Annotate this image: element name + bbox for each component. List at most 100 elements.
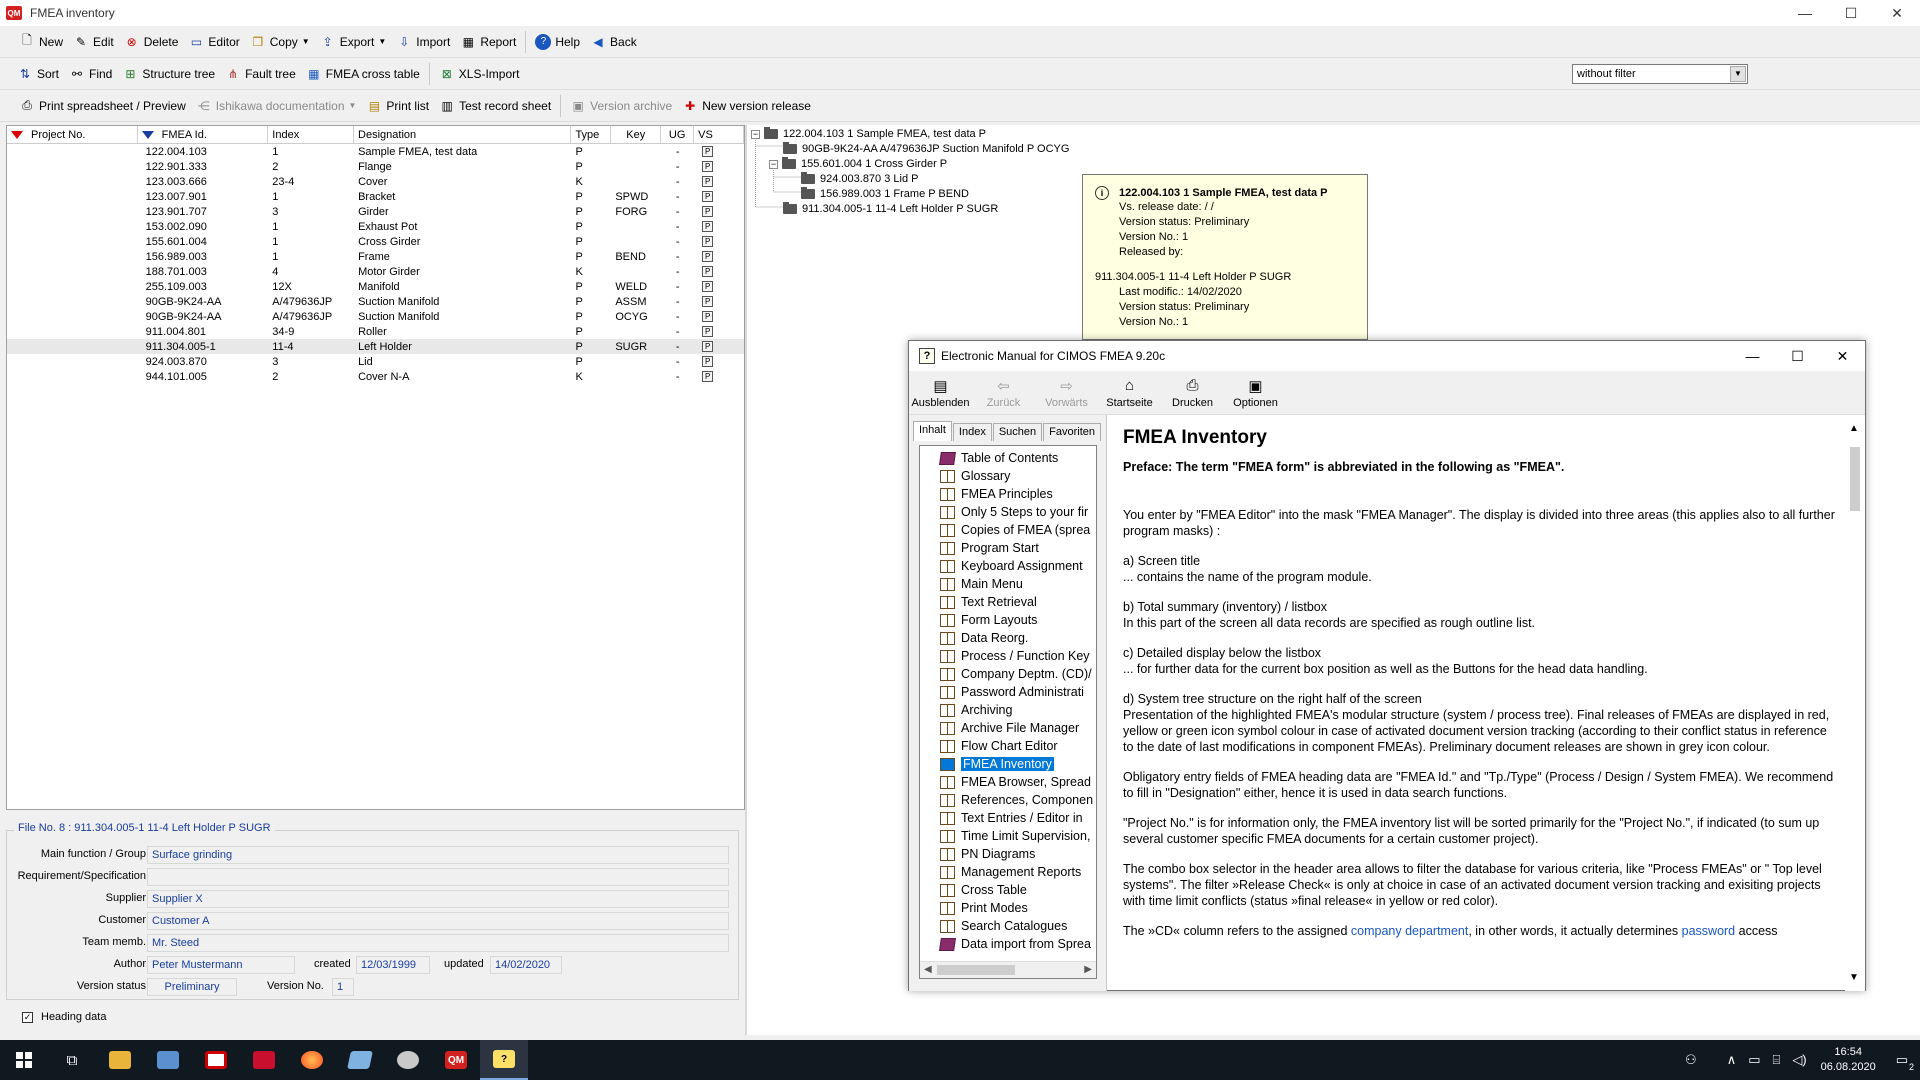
hide-pane-button[interactable]: ▤ Ausblenden bbox=[909, 371, 972, 414]
battery-icon[interactable]: ▭ bbox=[1748, 1052, 1760, 1068]
delete-button[interactable]: ⊗ Delete bbox=[119, 29, 184, 55]
version-archive-button[interactable]: ▣ Version archive bbox=[565, 93, 677, 119]
tree-node[interactable]: 90GB-9K24-AA A/479636JP Suction Manifold… bbox=[783, 142, 1069, 156]
new-version-release-button[interactable]: ✚ New version release bbox=[677, 93, 816, 119]
toc-item[interactable]: Only 5 Steps to your fir bbox=[920, 503, 1096, 521]
table-row[interactable]: 155.601.004 1 Cross Girder P - P bbox=[7, 234, 744, 249]
table-row[interactable]: 153.002.090 1 Exhaust Pot P - P bbox=[7, 219, 744, 234]
ishikawa-documentation-button[interactable]: ⋲ Ishikawa documentation ▼ bbox=[191, 93, 362, 119]
toc-item[interactable]: Archive File Manager bbox=[920, 719, 1096, 737]
toc-item[interactable]: Print Modes bbox=[920, 899, 1096, 917]
report-button[interactable]: ▦ Report bbox=[455, 29, 521, 55]
antivirus-button[interactable] bbox=[192, 1040, 240, 1080]
table-row[interactable]: 123.007.901 1 Bracket P SPWD - P bbox=[7, 189, 744, 204]
back-button[interactable]: ◀ Back bbox=[585, 29, 642, 55]
table-row[interactable]: 90GB-9K24-AA A/479636JP Suction Manifold P A… bbox=[7, 294, 744, 309]
toc-item[interactable]: References, Componen bbox=[920, 791, 1096, 809]
toc-item[interactable]: Table of Contents bbox=[920, 449, 1096, 467]
toc-item[interactable]: Cross Table bbox=[920, 881, 1096, 899]
column-header-fmea-id[interactable]: FMEA Id. bbox=[138, 126, 269, 143]
home-button[interactable]: ⌂ Startseite bbox=[1098, 371, 1161, 414]
toc-item[interactable]: Keyboard Assignment bbox=[920, 557, 1096, 575]
minimize-button[interactable]: — bbox=[1782, 0, 1828, 26]
version-no-field[interactable]: 1 bbox=[332, 978, 354, 996]
notification-icon[interactable]: ▭ 2 bbox=[1896, 1052, 1914, 1072]
column-header-vs[interactable]: VS bbox=[694, 126, 744, 143]
toc-item[interactable]: Text Entries / Editor in bbox=[920, 809, 1096, 827]
tree-node[interactable]: 156.989.003 1 Frame P BEND bbox=[801, 187, 969, 201]
column-header-key[interactable]: Key bbox=[611, 126, 662, 143]
toc-item[interactable]: Glossary bbox=[920, 467, 1096, 485]
author-field[interactable]: Peter Mustermann bbox=[147, 956, 295, 974]
scroll-right-icon[interactable]: ▶ bbox=[1084, 964, 1092, 975]
table-row[interactable]: 924.003.870 3 Lid P - P bbox=[7, 354, 744, 369]
people-icon[interactable]: ⚇ bbox=[1685, 1052, 1697, 1068]
supplier-field[interactable]: Supplier X bbox=[147, 890, 729, 908]
export-button[interactable]: ⇪ Export ▼ bbox=[315, 29, 392, 55]
qm-app-button[interactable]: QM bbox=[432, 1040, 480, 1080]
structure-tree-button[interactable]: ⊞ Structure tree bbox=[117, 61, 220, 87]
version-status-field[interactable]: Preliminary bbox=[147, 978, 237, 996]
heading-data-checkbox[interactable]: ✓ Heading data bbox=[22, 1011, 106, 1023]
toc-item[interactable]: Search Catalogues bbox=[920, 917, 1096, 935]
paint-app-button[interactable] bbox=[384, 1040, 432, 1080]
table-row[interactable]: 123.003.666 23-4 Cover K - P bbox=[7, 174, 744, 189]
help-app-button[interactable]: ? bbox=[480, 1040, 528, 1080]
toc-item[interactable]: Company Deptm. (CD)/ bbox=[920, 665, 1096, 683]
find-button[interactable]: ⚯ Find bbox=[64, 61, 117, 87]
help-close-button[interactable]: ✕ bbox=[1820, 341, 1865, 371]
created-date-field[interactable]: 12/03/1999 bbox=[356, 956, 430, 974]
print-spreadsheet-button[interactable]: ⎙ Print spreadsheet / Preview bbox=[14, 93, 191, 119]
scroll-down-icon[interactable]: ▼ bbox=[1849, 972, 1859, 983]
help-minimize-button[interactable]: — bbox=[1730, 341, 1775, 371]
tab-inhalt[interactable]: Inhalt bbox=[913, 421, 952, 441]
toc-item[interactable]: Flow Chart Editor bbox=[920, 737, 1096, 755]
import-button[interactable]: ⇩ Import bbox=[391, 29, 455, 55]
test-record-sheet-button[interactable]: ▥ Test record sheet bbox=[434, 93, 556, 119]
requirement-field[interactable] bbox=[147, 868, 729, 886]
customer-field[interactable]: Customer A bbox=[147, 912, 729, 930]
column-header-project[interactable]: Project No. bbox=[7, 126, 138, 143]
toc-item[interactable]: FMEA Inventory bbox=[920, 755, 1096, 773]
toc-item[interactable]: Password Administrati bbox=[920, 683, 1096, 701]
column-header-type[interactable]: Type bbox=[571, 126, 612, 143]
column-header-index[interactable]: Index bbox=[268, 126, 355, 143]
column-header-ug[interactable]: UG bbox=[661, 126, 695, 143]
column-header-designation[interactable]: Designation bbox=[354, 126, 572, 143]
toc-item[interactable]: Archiving bbox=[920, 701, 1096, 719]
toc-item[interactable]: Management Reports bbox=[920, 863, 1096, 881]
main-function-field[interactable]: Surface grinding bbox=[147, 846, 729, 864]
clock[interactable]: 16:54 06.08.2020 bbox=[1821, 1045, 1876, 1075]
table-row[interactable]: 911.004.801 34-9 Roller P - P bbox=[7, 324, 744, 339]
tab-favoriten[interactable]: Favoriten bbox=[1043, 423, 1102, 441]
edit-button[interactable]: ✎ Edit bbox=[68, 29, 119, 55]
toc-item[interactable]: Copies of FMEA (sprea bbox=[920, 521, 1096, 539]
table-row[interactable]: 156.989.003 1 Frame P BEND - P bbox=[7, 249, 744, 264]
copy-button[interactable]: ❐ Copy ▼ bbox=[245, 29, 315, 55]
toc-item[interactable]: Data Reorg. bbox=[920, 629, 1096, 647]
tab-index[interactable]: Index bbox=[952, 423, 992, 441]
chevron-up-icon[interactable]: ∧ bbox=[1727, 1052, 1737, 1068]
forward-button[interactable]: ⇨ Vorwärts bbox=[1035, 371, 1098, 414]
table-row[interactable]: 123.901.707 3 Girder P FORG - P bbox=[7, 204, 744, 219]
options-button[interactable]: ▣ Optionen bbox=[1224, 371, 1287, 414]
fault-tree-button[interactable]: ⋔ Fault tree bbox=[220, 61, 301, 87]
file-explorer-button[interactable] bbox=[96, 1040, 144, 1080]
table-row[interactable]: 188.701.003 4 Motor Girder K - P bbox=[7, 264, 744, 279]
table-row[interactable]: 911.304.005-1 11-4 Left Holder P SUGR - P bbox=[7, 339, 744, 354]
toc-item[interactable]: PN Diagrams bbox=[920, 845, 1096, 863]
editor-button[interactable]: ▭ Editor bbox=[183, 29, 244, 55]
pdf-reader-button[interactable] bbox=[240, 1040, 288, 1080]
maximize-button[interactable]: ☐ bbox=[1828, 0, 1874, 26]
toc-item[interactable]: Main Menu bbox=[920, 575, 1096, 593]
table-row[interactable]: 90GB-9K24-AA A/479636JP Suction Manifold P O… bbox=[7, 309, 744, 324]
team-member-field[interactable]: Mr. Steed bbox=[147, 934, 729, 952]
toc-item[interactable]: Time Limit Supervision, bbox=[920, 827, 1096, 845]
new-button[interactable]: 🗋 New bbox=[14, 29, 68, 55]
fmea-cross-table-button[interactable]: ▦ FMEA cross table bbox=[301, 61, 425, 87]
updated-date-field[interactable]: 14/02/2020 bbox=[490, 956, 562, 974]
toc-item[interactable]: FMEA Browser, Spread bbox=[920, 773, 1096, 791]
back-button[interactable]: ⇦ Zurück bbox=[972, 371, 1035, 414]
help-button[interactable]: ? Help bbox=[530, 29, 585, 55]
toc-item[interactable]: Form Layouts bbox=[920, 611, 1096, 629]
